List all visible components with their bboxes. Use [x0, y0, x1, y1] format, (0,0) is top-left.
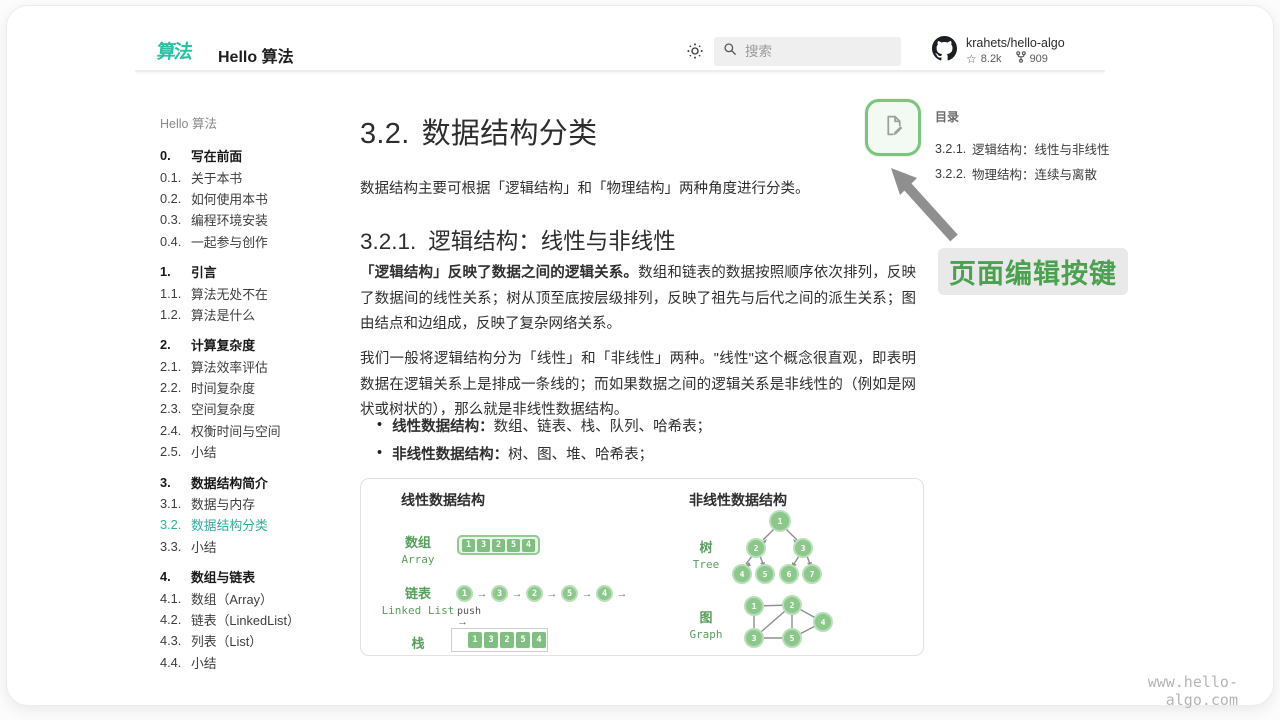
stack-cell: 2 [500, 632, 514, 648]
array-cell: 3 [477, 539, 490, 552]
sidebar-item[interactable]: 1.1. 算法无处不在 [160, 282, 340, 303]
array-diagram: 13254 [457, 535, 540, 555]
array-label: 数组Array [375, 532, 461, 566]
list-node: 2 [526, 585, 543, 602]
list-node: 3 [491, 585, 508, 602]
search-input[interactable] [745, 44, 875, 59]
linked-list-label: 链表Linked List [375, 583, 461, 617]
sidebar-item[interactable]: 0.1. 关于本书 [160, 166, 340, 187]
sidebar-item[interactable]: 0.4. 一起参与创作 [160, 231, 340, 252]
stack-cell: 3 [484, 632, 498, 648]
array-cell: 5 [507, 539, 520, 552]
toc-title: 目录 [935, 108, 1115, 125]
pop-arrow-icon: ← [457, 653, 468, 656]
sidebar-nav: Hello 算法 0. 写在前面 0.1. 关于本书 0.2. 如何使用本书 [160, 113, 340, 673]
push-arrow-icon: → [457, 616, 468, 628]
svg-text:1: 1 [778, 517, 783, 526]
stack-cell: 4 [532, 632, 546, 648]
sidebar-item[interactable]: 4.2. 链表（LinkedList） [160, 609, 340, 630]
svg-text:2: 2 [754, 544, 759, 553]
theme-toggle-icon[interactable] [686, 42, 704, 65]
sidebar-item[interactable]: 0.3. 编程环境安装 [160, 209, 340, 230]
list-item: 非线性数据结构：树、图、堆、哈希表； [377, 439, 917, 467]
search-box[interactable] [714, 37, 901, 66]
sidebar-item[interactable]: 4. 数组与链表 [160, 566, 340, 587]
sidebar-item[interactable]: 4.4. 小结 [160, 652, 340, 673]
sidebar-item[interactable]: 2.2. 时间复杂度 [160, 377, 340, 398]
svg-text:5: 5 [763, 570, 768, 579]
list-node: 5 [561, 585, 578, 602]
section-heading: 3.2.1.逻辑结构：线性与非线性 [360, 224, 676, 256]
sidebar-site-title: Hello 算法 [160, 113, 340, 132]
svg-text:4: 4 [740, 570, 745, 579]
tree-diagram: 1 2 3 4 5 6 7 [719, 509, 835, 593]
github-repo-link[interactable]: krahets/hello-algo 8.2k 909 [932, 36, 1065, 66]
sidebar-item[interactable]: 2. 计算复杂度 [160, 334, 340, 355]
link-arrow-icon: → [578, 588, 596, 600]
star-icon [966, 52, 977, 66]
sidebar-item[interactable]: 3.1. 数据与内存 [160, 493, 340, 514]
data-structures-figure: 线性数据结构 非线性数据结构 数组Array 13254 链表Linked Li… [360, 478, 924, 656]
link-arrow-icon: → [543, 588, 561, 600]
array-cell: 2 [492, 539, 505, 552]
svg-text:7: 7 [810, 570, 815, 579]
sidebar-item[interactable]: 1.2. 算法是什么 [160, 304, 340, 325]
linked-list-diagram: 1→3→2→5→4→ [456, 585, 631, 602]
repo-stars: 8.2k [981, 53, 1002, 65]
sidebar-item[interactable]: 3. 数据结构简介 [160, 471, 340, 492]
svg-text:4: 4 [821, 618, 826, 627]
svg-text:3: 3 [752, 634, 757, 643]
page-title: 3.2.数据结构分类 [360, 110, 597, 152]
stack-label: 栈Stack [375, 633, 461, 656]
screenshot-frame: 算法 Hello 算法 krahets/hello-algo 8.2k [0, 0, 1280, 720]
sidebar-item[interactable]: 2.4. 权衡时间与空间 [160, 420, 340, 441]
svg-text:1: 1 [752, 602, 757, 611]
repo-name: krahets/hello-algo [966, 36, 1065, 50]
figure-nonlinear-title: 非线性数据结构 [689, 490, 787, 510]
sidebar-item[interactable]: 3.2. 数据结构分类 [160, 514, 340, 535]
page-edit-button[interactable] [865, 99, 921, 156]
sidebar-item[interactable]: 2.3. 空间复杂度 [160, 398, 340, 419]
sidebar-item[interactable]: 0.2. 如何使用本书 [160, 188, 340, 209]
sidebar-item[interactable]: 2.5. 小结 [160, 441, 340, 462]
svg-text:2: 2 [790, 601, 795, 610]
svg-text:5: 5 [790, 634, 795, 643]
file-edit-icon [881, 113, 906, 143]
sidebar-item[interactable]: 4.3. 列表（List） [160, 630, 340, 651]
figure-linear-title: 线性数据结构 [401, 490, 485, 510]
list-item: 线性数据结构：数组、链表、栈、队列、哈希表； [377, 411, 917, 439]
annotation-label: 页面编辑按键 [938, 248, 1128, 295]
site-title[interactable]: Hello 算法 [218, 43, 294, 67]
sidebar-item[interactable]: 0. 写在前面 [160, 145, 340, 166]
sidebar-item[interactable]: 3.3. 小结 [160, 536, 340, 557]
stack-diagram: 13254 [451, 628, 548, 652]
graph-diagram: 1 2 4 3 5 [719, 591, 837, 656]
logic-structure-paragraph: 「逻辑结构」反映了数据之间的逻辑关系。数组和链表的数据按照顺序依次排列，反映了数… [360, 261, 916, 338]
link-arrow-icon: → [508, 588, 526, 600]
site-logo[interactable]: 算法 [156, 37, 193, 64]
github-icon [932, 36, 957, 66]
stack-cell: 5 [516, 632, 530, 648]
list-node: 1 [456, 585, 473, 602]
structure-bullet-list: 线性数据结构：数组、链表、栈、队列、哈希表； 非线性数据结构：树、图、堆、哈希表… [377, 411, 917, 467]
array-cell: 1 [462, 539, 475, 552]
sidebar-items: 0. 写在前面 0.1. 关于本书 0.2. 如何使用本书 0.3. 编程环境安… [160, 145, 340, 673]
repo-forks: 909 [1030, 53, 1048, 65]
sidebar-item[interactable]: 2.1. 算法效率评估 [160, 356, 340, 377]
watermark: www.hello-algo.com [1078, 673, 1238, 709]
stack-cell: 1 [468, 632, 482, 648]
intro-paragraph: 数据结构主要可根据「逻辑结构」和「物理结构」两种角度进行分类。 [360, 177, 920, 201]
link-arrow-icon: → [473, 588, 491, 600]
header-divider [135, 70, 1105, 72]
sidebar-item[interactable]: 1. 引言 [160, 261, 340, 282]
fork-icon [1016, 51, 1026, 66]
list-node: 4 [596, 585, 613, 602]
svg-text:3: 3 [801, 544, 806, 553]
annotation-arrow-icon [858, 152, 968, 247]
search-icon [723, 42, 737, 61]
sidebar-item[interactable]: 4.1. 数组（Array） [160, 587, 340, 608]
link-arrow-icon: → [613, 588, 631, 600]
array-cell: 4 [522, 539, 535, 552]
svg-text:6: 6 [787, 570, 792, 579]
